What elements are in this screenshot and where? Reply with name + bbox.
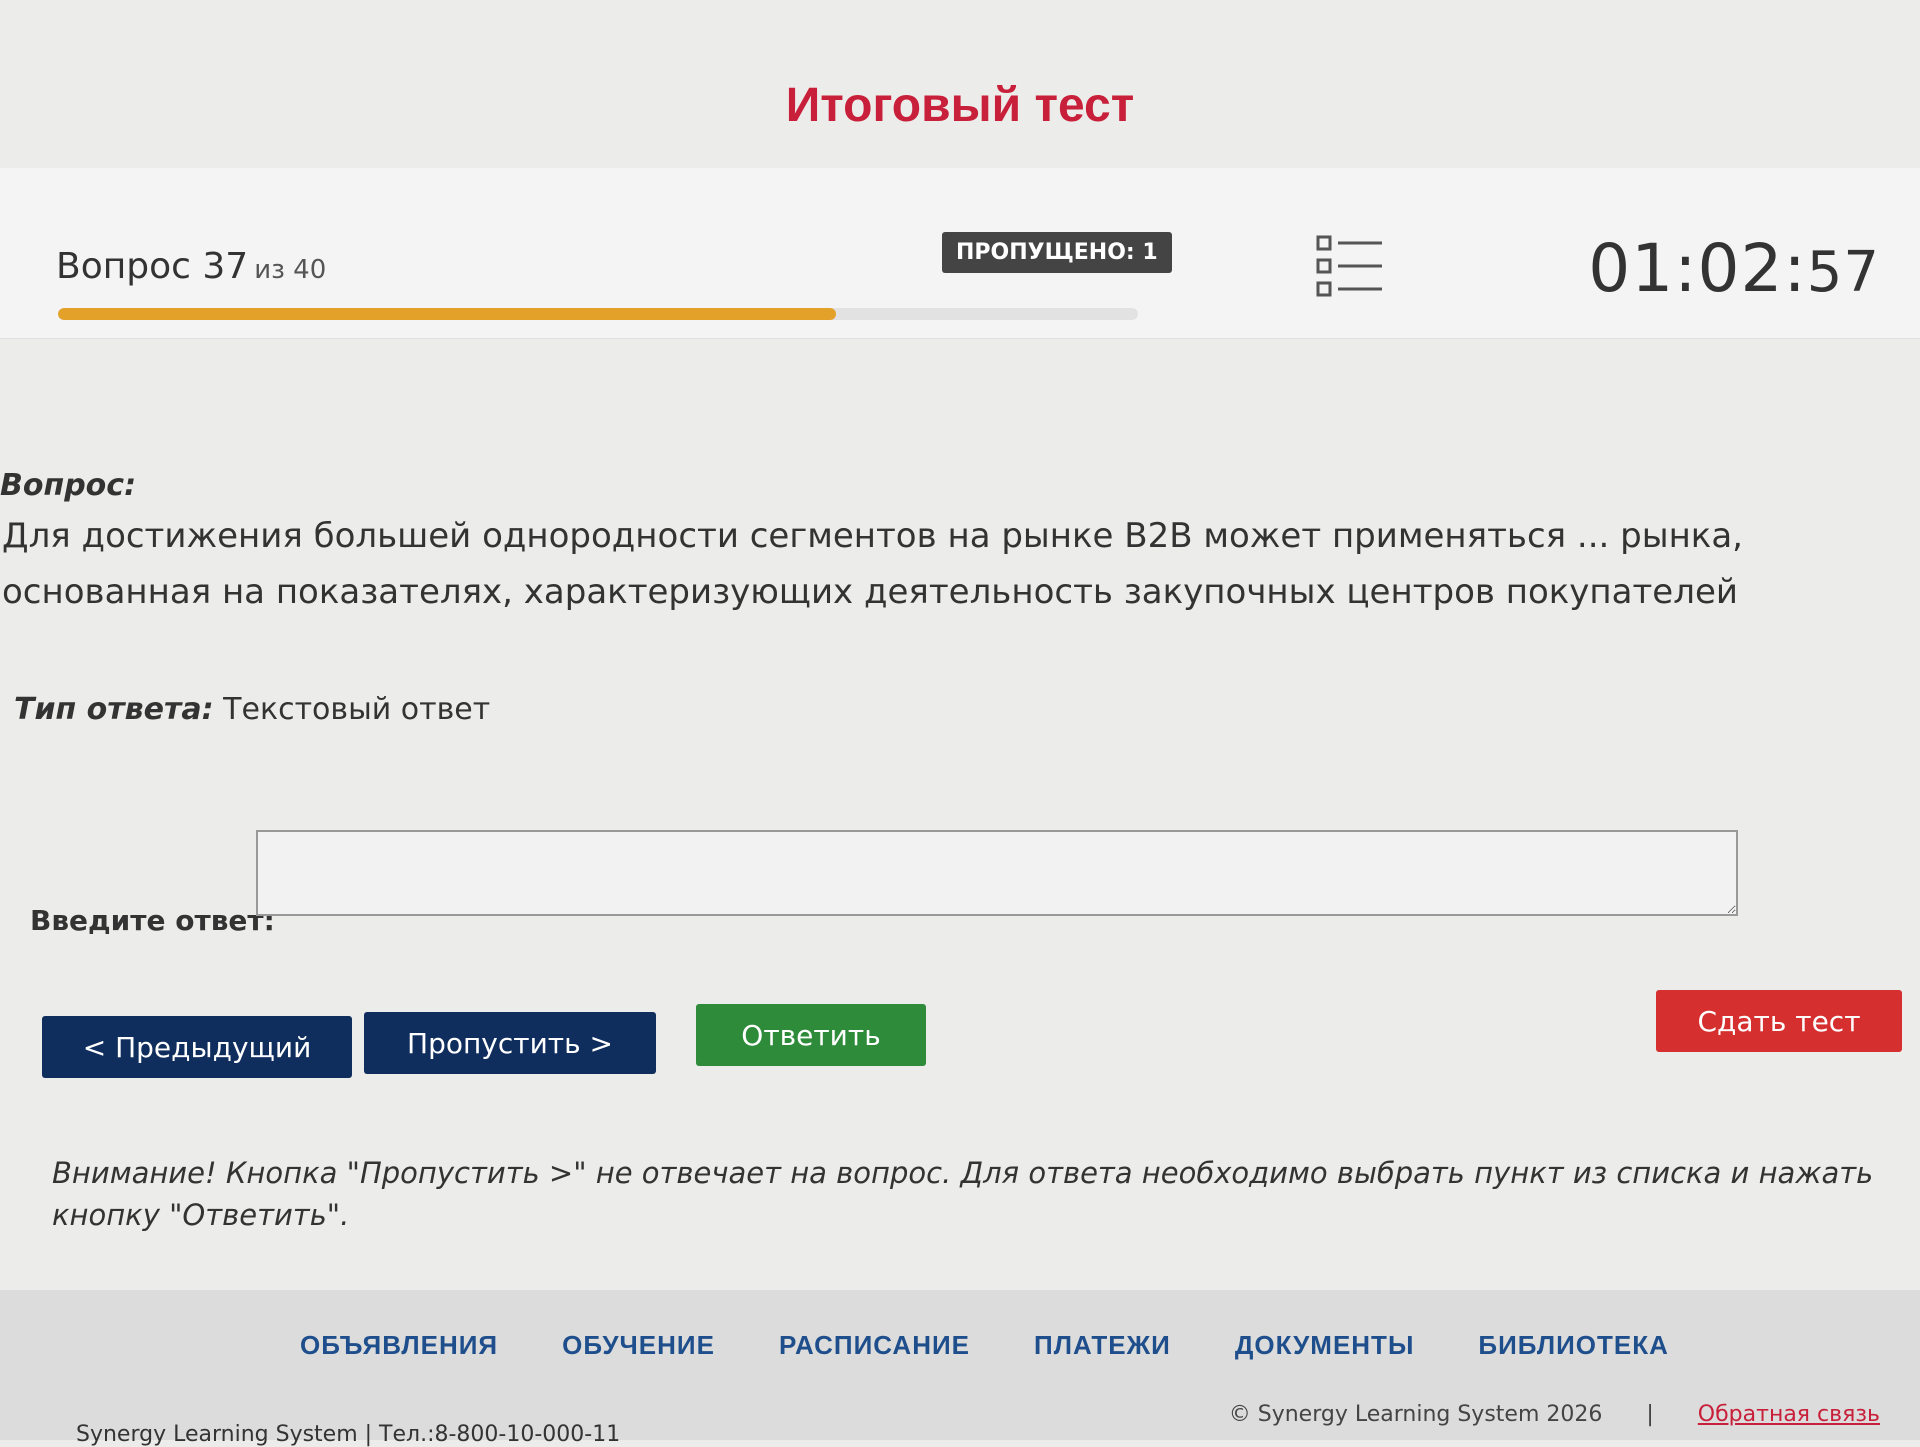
previous-button[interactable]: < Предыдущий (42, 1016, 352, 1078)
footer-nav: ОБЪЯВЛЕНИЯ ОБУЧЕНИЕ РАСПИСАНИЕ ПЛАТЕЖИ Д… (300, 1330, 1669, 1361)
answer-type-label: Тип ответа: (14, 692, 214, 727)
footer-link-library[interactable]: БИБЛИОТЕКА (1478, 1330, 1668, 1361)
question-list-icon[interactable] (1316, 234, 1384, 298)
page-title: Итоговый тест (785, 79, 1135, 132)
question-number: Вопрос 37 (56, 246, 249, 287)
question-total: из 40 (254, 255, 327, 285)
answer-field-label: Введите ответ: (30, 904, 275, 937)
footer-link-schedule[interactable]: РАСПИСАНИЕ (779, 1330, 970, 1361)
skipped-badge[interactable]: ПРОПУЩЕНО: 1 (942, 232, 1172, 273)
footer-link-learning[interactable]: ОБУЧЕНИЕ (562, 1330, 715, 1361)
footer-copyright: © Synergy Learning System 2026 (1228, 1402, 1603, 1427)
answer-button[interactable]: Ответить (696, 1004, 926, 1066)
footer-separator: | (1646, 1402, 1654, 1427)
footer: ОБЪЯВЛЕНИЯ ОБУЧЕНИЕ РАСПИСАНИЕ ПЛАТЕЖИ Д… (0, 1290, 1920, 1447)
answer-input[interactable] (256, 830, 1738, 916)
progress-bar (58, 308, 1138, 320)
question-text: Для достижения большей однородности сегм… (2, 516, 1743, 612)
footer-link-announcements[interactable]: ОБЪЯВЛЕНИЯ (300, 1330, 498, 1361)
timer-hours-minutes: 01:02: (1588, 230, 1807, 307)
feedback-link[interactable]: Обратная связь (1698, 1402, 1880, 1427)
answer-type-value: Текстовый ответ (223, 692, 491, 727)
question-counter: Вопрос 37 из 40 (56, 246, 326, 287)
warning-note: Внимание! Кнопка "Пропустить >" не отвеч… (52, 1156, 1874, 1232)
answer-type: Тип ответа: Текстовый ответ (14, 692, 490, 727)
submit-test-button[interactable]: Сдать тест (1656, 990, 1902, 1052)
skip-button[interactable]: Пропустить > (364, 1012, 656, 1074)
footer-copyright-area: © Synergy Learning System 2026 | Обратная … (1229, 1402, 1880, 1427)
footer-link-documents[interactable]: ДОКУМЕНТЫ (1235, 1330, 1415, 1361)
timer-seconds: 57 (1806, 240, 1880, 305)
footer-link-payments[interactable]: ПЛАТЕЖИ (1034, 1330, 1171, 1361)
footer-contact: Synergy Learning System | Тел.:8-800-10-… (76, 1422, 621, 1447)
question-heading: Вопрос: (0, 468, 137, 503)
status-bar: Вопрос 37 из 40 ПРОПУЩЕНО: 1 01:02:57 (0, 168, 1920, 339)
progress-fill (58, 308, 836, 320)
countdown-timer: 01:02:57 (1588, 230, 1880, 307)
